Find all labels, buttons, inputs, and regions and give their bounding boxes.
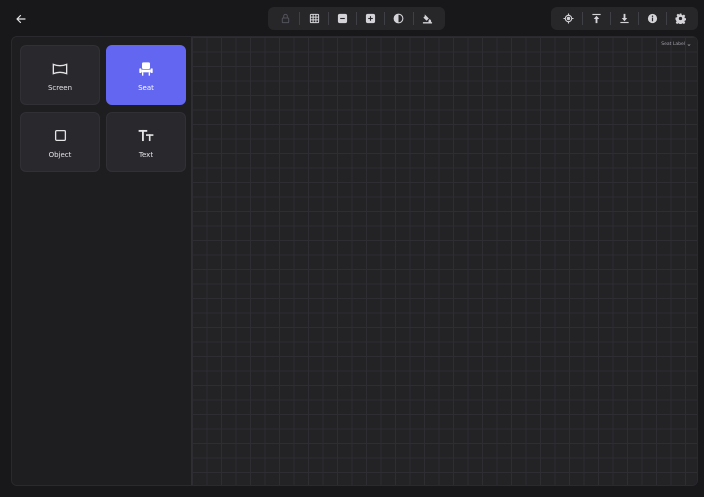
- zoom-in-icon: [366, 13, 376, 24]
- upload-button[interactable]: [583, 7, 610, 30]
- zoom-out-button[interactable]: [329, 7, 356, 30]
- contrast-icon: [394, 13, 404, 24]
- contrast-button[interactable]: [385, 7, 412, 30]
- tile-label: Seat: [138, 83, 154, 92]
- upload-icon: [592, 13, 601, 24]
- download-icon: [620, 13, 629, 24]
- fill-color-icon: [422, 14, 432, 24]
- lock-icon: [281, 13, 290, 24]
- text-icon: [138, 126, 154, 146]
- seat-label-text: Seat Label: [661, 42, 685, 47]
- info-button[interactable]: [639, 7, 666, 30]
- tile-text[interactable]: Text: [106, 112, 186, 172]
- seat-map-canvas[interactable]: Seat Label: [192, 37, 697, 485]
- square-icon: [54, 126, 67, 146]
- chevron-down-icon: [687, 43, 691, 46]
- tile-seat[interactable]: Seat: [106, 45, 186, 105]
- grid-icon: [309, 13, 319, 24]
- tile-label: Screen: [47, 83, 73, 92]
- target-button[interactable]: [555, 7, 582, 30]
- seat-icon: [138, 59, 154, 79]
- editor-panel: Screen Seat Object Text Seat Label: [11, 36, 698, 486]
- fill-color-button[interactable]: [414, 7, 441, 30]
- file-toolbar: [551, 7, 698, 30]
- screen-icon: [52, 59, 68, 79]
- canvas-toolbar: [268, 7, 445, 30]
- tile-label: Text: [138, 150, 154, 159]
- zoom-in-button[interactable]: [357, 7, 384, 30]
- settings-icon: [675, 13, 686, 24]
- tile-label: Object: [48, 150, 72, 159]
- arrow-left-icon: [16, 14, 26, 24]
- lock-button[interactable]: [272, 7, 299, 30]
- download-button[interactable]: [611, 7, 638, 30]
- settings-button[interactable]: [667, 7, 694, 30]
- element-palette: Screen Seat Object Text: [12, 37, 192, 485]
- seat-label-toggle[interactable]: Seat Label: [661, 42, 691, 47]
- grid-toggle-button[interactable]: [300, 7, 327, 30]
- zoom-out-icon: [337, 13, 347, 24]
- tile-object[interactable]: Object: [20, 112, 100, 172]
- info-icon: [647, 13, 658, 24]
- top-bar: [0, 0, 704, 36]
- back-button[interactable]: [11, 9, 31, 29]
- tile-screen[interactable]: Screen: [20, 45, 100, 105]
- target-icon: [563, 13, 574, 24]
